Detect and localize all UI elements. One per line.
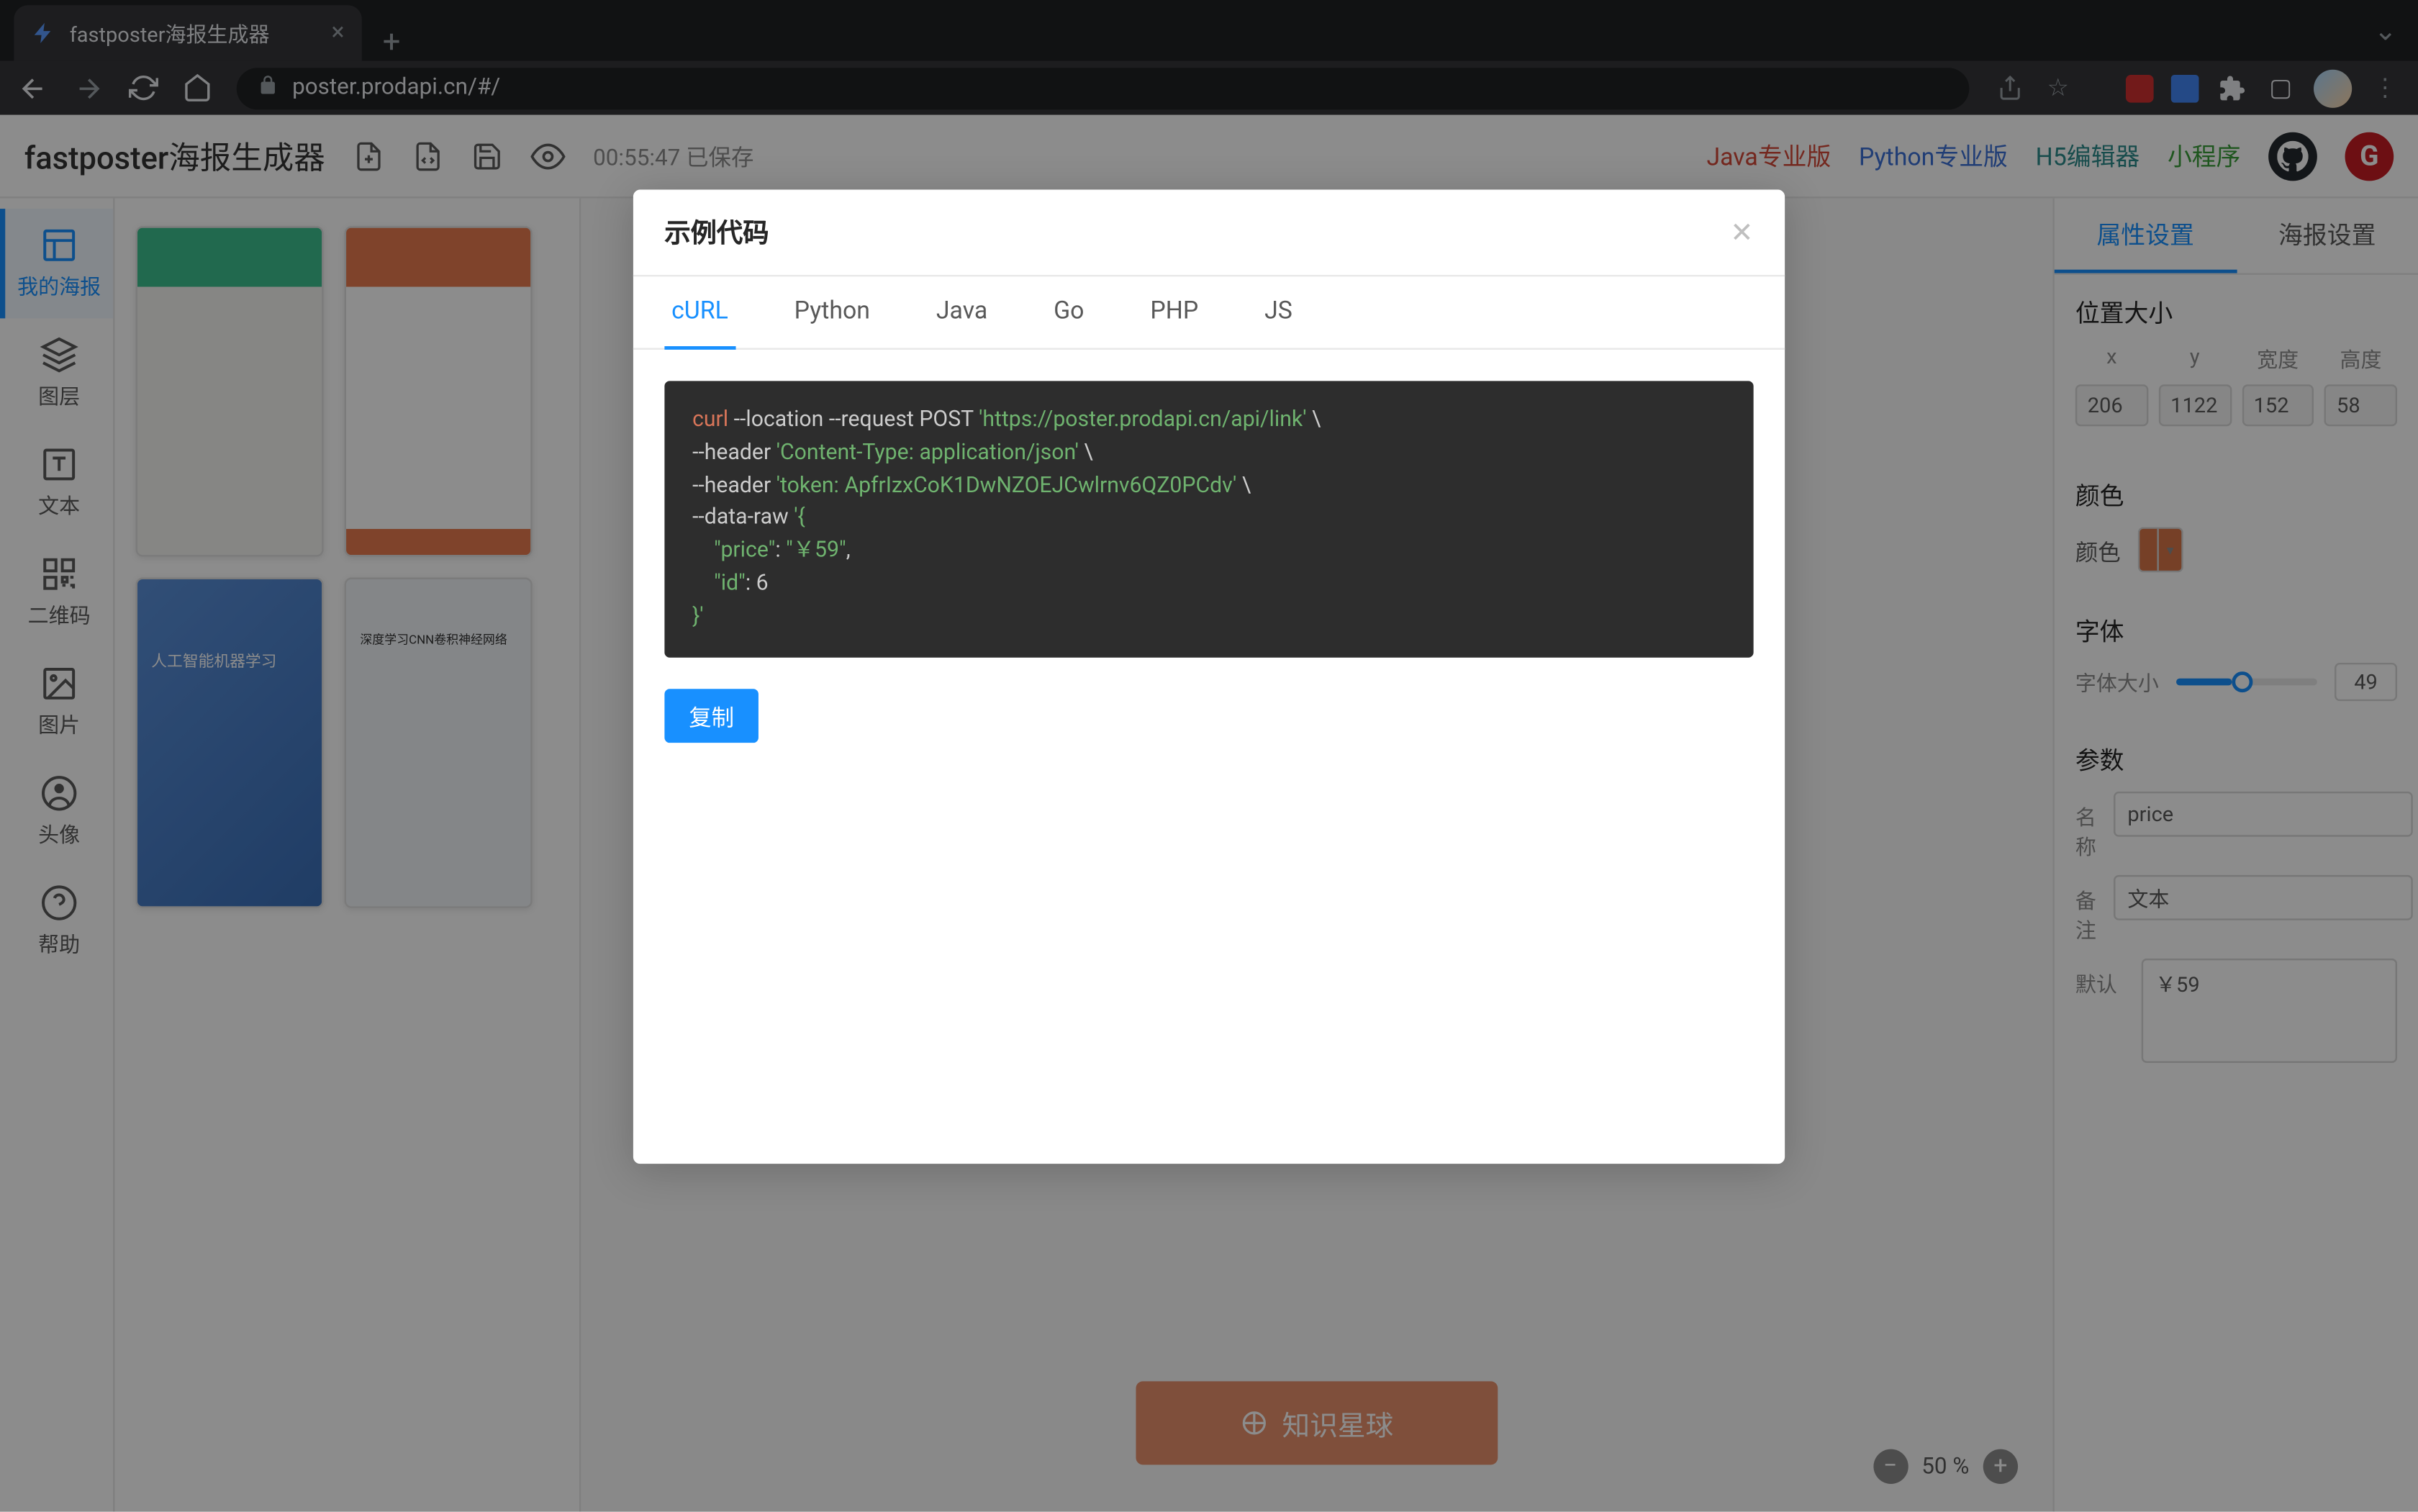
code-block[interactable]: curl --location --request POST 'https://… [664,381,1753,658]
modal-tabs: cURL Python Java Go PHP JS [633,276,1785,350]
close-icon[interactable]: ✕ [1730,216,1753,249]
modal-title: 示例代码 [664,214,769,250]
tab-java[interactable]: Java [929,276,995,350]
tab-python[interactable]: Python [787,276,877,350]
tab-go[interactable]: Go [1046,276,1091,350]
code-modal: 示例代码 ✕ cURL Python Java Go PHP JS curl -… [633,189,1785,1164]
copy-button[interactable]: 复制 [664,689,759,743]
tab-php[interactable]: PHP [1144,276,1205,350]
tab-curl[interactable]: cURL [664,276,735,350]
modal-header: 示例代码 ✕ [633,189,1785,276]
tab-js[interactable]: JS [1257,276,1299,350]
modal-overlay[interactable]: 示例代码 ✕ cURL Python Java Go PHP JS curl -… [0,0,2418,1512]
